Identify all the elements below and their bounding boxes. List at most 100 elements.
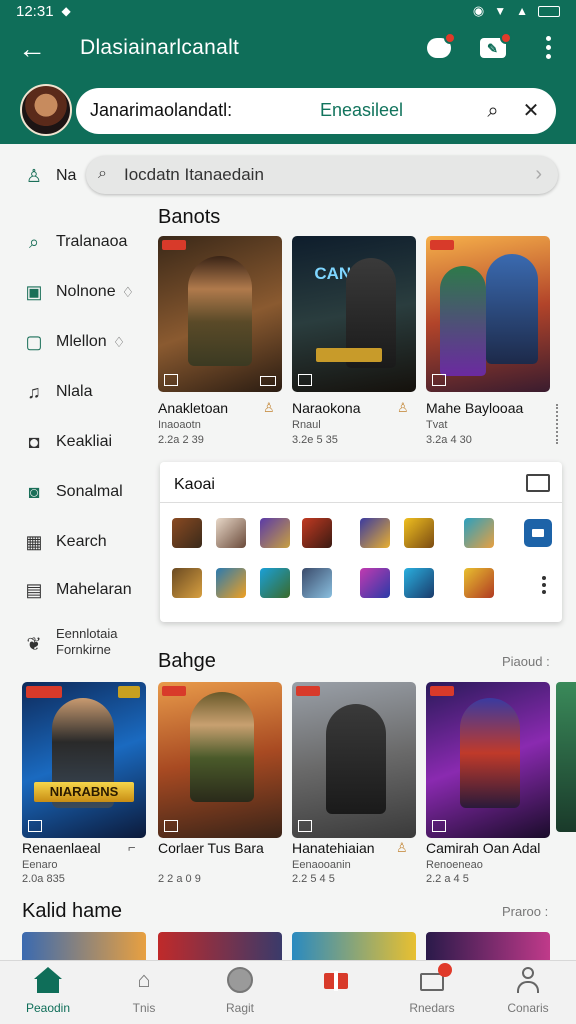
game-art: [188, 256, 252, 366]
game-card[interactable]: [556, 682, 576, 832]
sidebar-item-2[interactable]: ▢ Mlellon ♢: [0, 324, 150, 360]
sidebar-item-6[interactable]: ▦ Kearch: [0, 524, 150, 560]
sidebar-extra-line1: Eennlotaia: [56, 626, 118, 641]
nav-label: Rnedars: [409, 1001, 455, 1015]
battery-icon: [538, 5, 560, 17]
badge: [430, 240, 454, 250]
game-card[interactable]: CANDNIG: [292, 236, 416, 392]
game-icon[interactable]: [360, 568, 390, 598]
chat-icon[interactable]: [424, 32, 456, 62]
game-icon[interactable]: [172, 518, 202, 548]
section-title: Banots: [158, 206, 221, 228]
card-title: Mahe Baylooaa: [426, 400, 524, 416]
chevron-right-icon[interactable]: ›: [535, 163, 542, 186]
profile-link[interactable]: Eneasileel: [320, 100, 403, 121]
game-icon[interactable]: [404, 568, 434, 598]
sidebar-item-3[interactable]: ♫ Nlala: [0, 374, 150, 410]
game-card[interactable]: [426, 682, 550, 838]
folder-icon: ▢: [25, 331, 43, 352]
profile-name: Janarimaolandatl:: [90, 100, 233, 120]
game-icon[interactable]: [216, 518, 246, 548]
tv-icon[interactable]: [524, 519, 552, 547]
search-icon[interactable]: ⌕: [482, 100, 504, 122]
game-card[interactable]: [158, 932, 282, 960]
app-bar: ← Dlasiainarlcanalt ✎ Janarimaolandatl: …: [0, 22, 576, 144]
game-icon[interactable]: [404, 518, 434, 548]
card-subtitle: Eenaro: [22, 859, 58, 871]
checkbox-icon: [28, 820, 42, 832]
game-card[interactable]: NIARABNS: [22, 682, 146, 838]
badge-icon: ♙: [396, 840, 408, 855]
game-icon[interactable]: [260, 568, 290, 598]
card-title: Renaenlaeal: [22, 840, 101, 856]
game-card[interactable]: [426, 236, 550, 392]
game-icon[interactable]: [302, 568, 332, 598]
notification-icon[interactable]: ✎: [478, 32, 512, 62]
mail-icon: [418, 963, 452, 993]
nav-item-learn[interactable]: ⌂ Tnis: [96, 967, 192, 1023]
more-options-icon[interactable]: [542, 576, 546, 594]
game-icon[interactable]: [360, 518, 390, 548]
pin-icon[interactable]: ✕: [520, 100, 542, 122]
badge: [118, 686, 140, 698]
sidebar-item-label: Mahelaran: [56, 581, 132, 598]
nav-item-gift[interactable]: [288, 967, 384, 1023]
sidebar-item-7[interactable]: ▤ Mahelaran: [0, 572, 150, 608]
sidebar-item-1[interactable]: ▣ Nolnone ♢: [0, 274, 150, 310]
game-card[interactable]: [292, 932, 416, 960]
nav-item-disc[interactable]: Ragit: [192, 967, 288, 1023]
card-meta: 2.2 a 4 5: [426, 873, 469, 885]
divider: [160, 502, 562, 503]
game-icon[interactable]: [216, 568, 246, 598]
nav-item-profile[interactable]: Conaris: [480, 967, 576, 1023]
checkbox-icon: [298, 820, 312, 832]
mail-icon[interactable]: [526, 474, 550, 492]
sidebar-item-5[interactable]: ◙ Sonalmal: [0, 474, 150, 510]
more-icon[interactable]: [556, 404, 558, 444]
avatar[interactable]: [20, 84, 72, 136]
sidebar-item-label: Tralanaoa: [56, 233, 128, 250]
sidebar-item-label: Kearch: [56, 533, 107, 550]
game-art: [326, 704, 386, 814]
nav-item-mail[interactable]: Rnedars: [384, 963, 480, 1023]
badge: [26, 686, 62, 698]
menu-icon[interactable]: ⌐: [128, 840, 136, 855]
wifi-icon: ▼: [494, 4, 507, 18]
game-icon[interactable]: [302, 518, 332, 548]
back-arrow-icon[interactable]: ←: [18, 34, 48, 64]
game-icon[interactable]: [464, 518, 494, 548]
search-input[interactable]: ⌕ Iocdatn Itanaedain ›: [86, 156, 558, 194]
badge: [296, 686, 320, 696]
search-text: Iocdatn Itanaedain: [124, 165, 264, 184]
card-subtitle: Rnaul: [292, 419, 321, 431]
location-icon: ◉: [472, 3, 485, 18]
card-subtitle: Tvat: [426, 419, 448, 431]
game-card[interactable]: [158, 236, 282, 392]
card-title: Camirah Oan Adal: [426, 840, 541, 856]
profile-bar[interactable]: Janarimaolandatl: Eneasileel ⌕ ✕: [76, 88, 556, 134]
sidebar-item-label: Keakliai: [56, 433, 113, 450]
nav-item-home[interactable]: Peaodin: [0, 967, 96, 1023]
game-panel: Kaoai: [160, 462, 562, 622]
more-options-icon[interactable]: [546, 36, 552, 60]
page-title: Dlasiainarlcanalt: [80, 36, 240, 59]
see-more-link[interactable]: Piaoud :: [502, 654, 550, 669]
game-card[interactable]: [22, 932, 146, 960]
see-more-link[interactable]: Praroo :: [502, 904, 548, 919]
sidebar-item-4[interactable]: ◘ Keakliai: [0, 424, 150, 460]
flame-icon: ♢: [121, 283, 135, 300]
card-subtitle: Inaoaotn: [158, 419, 201, 431]
game-card[interactable]: [158, 682, 282, 838]
card-title: Corlaer Tus Bara: [158, 840, 264, 856]
card-meta: 3.2a 4 30: [426, 434, 472, 446]
nav-label: Ragit: [225, 1001, 254, 1015]
game-icon[interactable]: [464, 568, 494, 598]
game-card[interactable]: [292, 682, 416, 838]
nav-label: Conaris: [507, 1001, 549, 1015]
sidebar-item-0[interactable]: ⌕ Tralanaoa: [0, 224, 150, 260]
signal-icon: ▲: [516, 4, 528, 18]
game-strip: [22, 932, 562, 960]
game-card[interactable]: [426, 932, 550, 960]
game-icon[interactable]: [172, 568, 202, 598]
game-icon[interactable]: [260, 518, 290, 548]
